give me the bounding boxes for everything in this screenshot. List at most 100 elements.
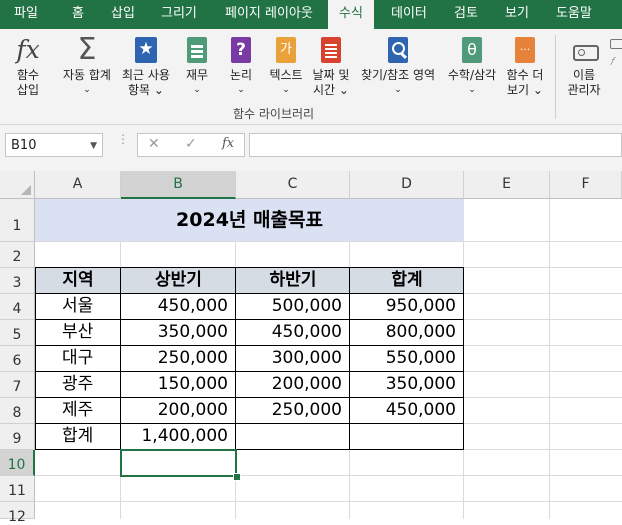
row-header-6[interactable]: 6 <box>0 346 35 372</box>
autosum-label: 자동 합계 <box>63 68 111 82</box>
tab-view[interactable]: 보기 <box>505 0 529 29</box>
fill-handle[interactable] <box>233 473 241 481</box>
name-manager-button[interactable]: 이름 관리자 <box>562 39 606 98</box>
column-header-e[interactable]: E <box>464 171 550 199</box>
chevron-down-icon[interactable]: ▼ <box>90 134 97 158</box>
cancel-icon[interactable]: ✕ <box>148 136 160 152</box>
enter-icon[interactable]: ✓ <box>185 136 197 152</box>
formula-input[interactable] <box>249 133 622 157</box>
header-region[interactable]: 지역 <box>35 267 121 293</box>
sales-table: 지역 상반기 하반기 합계 서울 450,000 500,000 950,000… <box>35 267 464 450</box>
math-trig-button[interactable]: θ 수학/삼각 ⌄ <box>443 35 501 98</box>
table-cell-region[interactable]: 광주 <box>35 371 121 397</box>
select-all-corner[interactable] <box>0 171 35 199</box>
insert-function-label-2: 삽입 <box>16 83 40 97</box>
datetime-label-2: 시간 ⌄ <box>313 83 349 97</box>
recent-functions-button[interactable]: ★ 최근 사용 항목 ⌄ <box>117 35 175 98</box>
table-cell-value[interactable]: 200,000 <box>121 397 236 423</box>
chevron-down-icon: ⌄ <box>394 85 402 95</box>
datetime-button[interactable]: 날짜 및 시간 ⌄ <box>309 35 353 98</box>
tab-page-layout[interactable]: 페이지 레이아웃 <box>225 0 313 29</box>
more-functions-button[interactable]: ··· 함수 더 보기 ⌄ <box>503 35 547 98</box>
tab-formulas[interactable]: 수식 <box>328 0 374 29</box>
tab-help[interactable]: 도움말 <box>556 0 592 29</box>
column-header-a[interactable]: A <box>35 171 121 199</box>
header-first-half[interactable]: 상반기 <box>121 267 236 293</box>
table-cell-value[interactable]: 800,000 <box>350 319 464 345</box>
header-second-half[interactable]: 하반기 <box>236 267 350 293</box>
fx-icon[interactable]: fx <box>222 136 234 151</box>
table-cell-value[interactable]: 450,000 <box>121 293 236 319</box>
name-manager-label-1: 이름 <box>572 68 596 82</box>
total-label[interactable]: 합계 <box>35 423 121 449</box>
table-cell-value[interactable]: 300,000 <box>236 345 350 371</box>
table-cell-region[interactable]: 서울 <box>35 293 121 319</box>
active-cell-b10[interactable] <box>120 449 237 477</box>
define-name-icon[interactable]: 𝑓 <box>608 37 622 68</box>
insert-function-button[interactable]: fx 함수 삽입 <box>8 35 48 98</box>
drag-handle-icon[interactable]: ⋮ <box>117 133 129 145</box>
row-header-7[interactable]: 7 <box>0 372 35 398</box>
fx-icon: fx <box>16 35 40 64</box>
datetime-label-1: 날짜 및 <box>312 68 350 82</box>
tab-review[interactable]: 검토 <box>454 0 478 29</box>
table-cell-region[interactable]: 대구 <box>35 345 121 371</box>
spreadsheet-grid[interactable]: A B C D E F 1 2 3 4 5 6 7 8 9 10 11 12 2… <box>0 171 622 525</box>
name-box[interactable]: B10 ▼ <box>5 133 103 157</box>
row-header-10[interactable]: 10 <box>0 450 35 476</box>
tab-data[interactable]: 데이터 <box>391 0 427 29</box>
tab-draw[interactable]: 그리기 <box>161 0 197 29</box>
table-cell-region[interactable]: 제주 <box>35 397 121 423</box>
table-cell-value[interactable]: 450,000 <box>350 397 464 423</box>
logical-button[interactable]: ? 논리 ⌄ <box>224 35 258 98</box>
header-total[interactable]: 합계 <box>350 267 464 293</box>
table-cell-value[interactable]: 250,000 <box>236 397 350 423</box>
table-cell-value[interactable]: 550,000 <box>350 345 464 371</box>
recent-label-2: 항목 ⌄ <box>128 83 164 97</box>
lookup-reference-button[interactable]: 찾기/참조 영역 ⌄ <box>356 35 440 98</box>
table-cell-value[interactable]: 350,000 <box>121 319 236 345</box>
total-value[interactable]: 1,400,000 <box>121 423 236 449</box>
row-header-11[interactable]: 11 <box>0 476 35 502</box>
more-book-icon: ··· <box>510 35 540 65</box>
magnifier-book-icon <box>383 35 413 65</box>
more-label-2: 보기 ⌄ <box>507 83 543 97</box>
table-cell-value[interactable]: 150,000 <box>121 371 236 397</box>
question-book-icon: ? <box>226 35 256 65</box>
money-book-icon <box>182 35 212 65</box>
row-header-12[interactable]: 12 <box>0 502 35 525</box>
table-cell-value[interactable]: 350,000 <box>350 371 464 397</box>
table-cell-value[interactable]: 450,000 <box>236 319 350 345</box>
table-cell-value[interactable]: 950,000 <box>350 293 464 319</box>
formula-bar: B10 ▼ ⋮ ✕ ✓ fx <box>0 125 622 171</box>
tab-file[interactable]: 파일 <box>14 0 38 29</box>
ribbon-separator <box>555 35 556 119</box>
column-header-b[interactable]: B <box>121 171 236 199</box>
row-header-1[interactable]: 1 <box>0 199 35 242</box>
tab-insert[interactable]: 삽입 <box>111 0 135 29</box>
table-cell-value[interactable]: 200,000 <box>236 371 350 397</box>
column-header-d[interactable]: D <box>350 171 464 199</box>
table-cell-region[interactable]: 부산 <box>35 319 121 345</box>
insert-function-label-1: 함수 <box>16 68 40 82</box>
autosum-button[interactable]: Σ 자동 합계 ⌄ <box>58 35 116 98</box>
table-cell-value[interactable]: 500,000 <box>236 293 350 319</box>
column-header-c[interactable]: C <box>236 171 350 199</box>
row-header-2[interactable]: 2 <box>0 242 35 268</box>
table-cell-value[interactable]: 250,000 <box>121 345 236 371</box>
sheet-title[interactable]: 2024년 매출목표 <box>35 199 464 241</box>
tab-home[interactable]: 홈 <box>72 0 84 29</box>
logical-label: 논리 <box>229 68 253 82</box>
row-header-3[interactable]: 3 <box>0 268 35 294</box>
row-header-9[interactable]: 9 <box>0 424 35 450</box>
financial-label: 재무 <box>185 68 209 82</box>
column-header-f[interactable]: F <box>550 171 622 199</box>
gridline <box>35 501 622 502</box>
row-header-5[interactable]: 5 <box>0 320 35 346</box>
row-header-4[interactable]: 4 <box>0 294 35 320</box>
text-button[interactable]: 가 텍스트 ⌄ <box>266 35 306 98</box>
row-header-8[interactable]: 8 <box>0 398 35 424</box>
chevron-down-icon: ⌄ <box>282 85 290 95</box>
lookup-label: 찾기/참조 영역 <box>360 68 436 82</box>
financial-button[interactable]: 재무 ⌄ <box>180 35 214 98</box>
